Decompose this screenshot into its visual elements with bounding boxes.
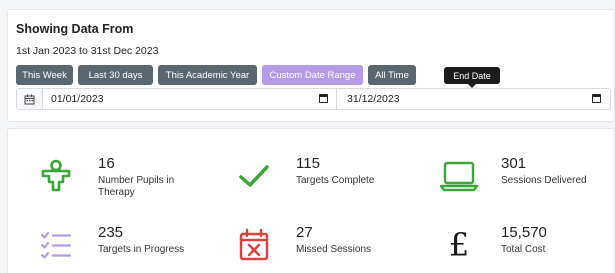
date-range-text: 1st Jan 2023 to 31st Dec 2023 xyxy=(16,45,159,57)
end-date-input[interactable]: 31/12/2023 xyxy=(347,89,609,109)
date-range-inputs: 01/01/2023 31/12/2023 xyxy=(16,88,611,110)
stat-label: Number Pupils in Therapy xyxy=(98,175,175,198)
last-30-days-button[interactable]: Last 30 days xyxy=(78,65,153,85)
start-date-input[interactable]: 01/01/2023 xyxy=(51,89,336,109)
panel-title: Showing Data From xyxy=(16,22,134,36)
this-academic-year-button[interactable]: This Academic Year xyxy=(158,65,257,85)
stat-label: Missed Sessions xyxy=(296,244,372,255)
calendar-icon xyxy=(17,89,43,109)
stat-value: 301 xyxy=(501,155,527,172)
end-date-picker-icon[interactable] xyxy=(592,94,601,103)
pound-icon: £ xyxy=(448,226,470,264)
stat-value: 235 xyxy=(98,224,124,241)
stat-value: 16 xyxy=(98,155,115,172)
checklist-icon xyxy=(36,225,76,265)
custom-date-range-button[interactable]: Custom Date Range xyxy=(262,65,363,85)
date-divider xyxy=(336,89,337,109)
stat-value: 115 xyxy=(296,155,320,172)
start-date-picker-icon[interactable] xyxy=(319,94,328,103)
stat-value: 27 xyxy=(296,224,313,241)
stats-panel: 16 Number Pupils in Therapy 115 Targets … xyxy=(7,128,615,273)
end-date-tooltip: End Date xyxy=(444,67,500,88)
stat-label: Sessions Delivered xyxy=(501,175,587,186)
this-week-button[interactable]: This Week xyxy=(16,65,73,85)
calendar-x-icon xyxy=(234,225,274,265)
start-date-value: 01/01/2023 xyxy=(51,93,104,105)
stat-label: Targets in Progress xyxy=(98,244,185,255)
date-filter-panel: Showing Data From 1st Jan 2023 to 31st D… xyxy=(7,9,615,122)
stat-value: 15,570 xyxy=(501,224,547,241)
laptop-icon xyxy=(439,156,479,196)
stat-label: Targets Complete xyxy=(296,175,375,186)
child-icon xyxy=(36,156,76,196)
all-time-button[interactable]: All Time xyxy=(368,65,416,85)
checkmark-icon xyxy=(234,156,274,196)
end-date-value: 31/12/2023 xyxy=(347,93,400,105)
stat-label: Total Cost xyxy=(501,244,546,255)
